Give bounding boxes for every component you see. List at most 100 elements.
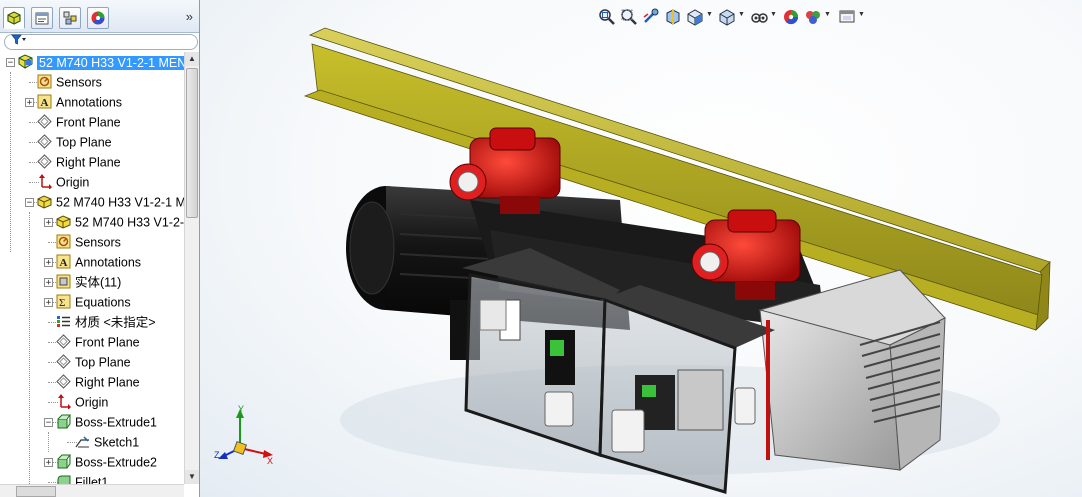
part-icon xyxy=(56,214,71,229)
x-axis-label: X xyxy=(267,456,273,464)
y-axis-label: Y xyxy=(238,404,244,414)
svg-text:A: A xyxy=(60,257,68,269)
assembly-icon xyxy=(18,54,33,69)
zoom-area-icon[interactable] xyxy=(620,8,638,26)
tree-item[interactable]: Sensors xyxy=(56,232,121,252)
tree-guide-line xyxy=(10,72,11,252)
view-orientation-icon[interactable] xyxy=(686,8,704,26)
tree-item[interactable]: Right Plane xyxy=(37,152,121,172)
extrude-icon xyxy=(56,454,71,469)
tree-item-label: Annotations xyxy=(56,95,123,110)
featuremanager-tab[interactable] xyxy=(3,7,25,29)
expand-node-button[interactable]: + xyxy=(44,458,53,468)
propertymanager-tab[interactable] xyxy=(31,7,53,29)
tree-item-label: Right Plane xyxy=(56,155,121,170)
tree-item[interactable]: Sensors xyxy=(37,72,102,92)
annotations-icon: A xyxy=(37,94,52,109)
appearance-tab[interactable] xyxy=(87,7,109,29)
tree-item[interactable]: A Annotations xyxy=(56,252,141,272)
section-view-icon[interactable] xyxy=(664,8,682,26)
tree-item[interactable]: 52 M740 H33 V1-2-1 xyxy=(56,212,184,232)
filter-icon[interactable] xyxy=(11,34,27,49)
tree-item[interactable]: 52 M740 H33 V1-2-1 M xyxy=(37,192,184,212)
plane-icon xyxy=(56,354,71,369)
scroll-down-button[interactable]: ▼ xyxy=(185,470,199,484)
tree-item-label: 52 M740 H33 V1-2-1 xyxy=(75,215,184,230)
reference-triad: Y X Z xyxy=(214,404,273,464)
feature-tree-icon xyxy=(7,11,21,25)
expand-node-button[interactable]: + xyxy=(44,278,53,288)
tree-filter-field[interactable] xyxy=(4,34,198,50)
collapse-node-button[interactable]: − xyxy=(25,198,34,208)
tree-item[interactable]: Right Plane xyxy=(56,372,140,392)
scene-icon[interactable] xyxy=(804,8,822,26)
tree-horizontal-scrollbar[interactable] xyxy=(0,484,184,497)
tree-guide-line xyxy=(29,212,30,489)
equations-icon: Σ xyxy=(56,294,71,309)
graphics-area[interactable]: ▼ ▼ ▼ ▼ ▼ Y X Z xyxy=(200,0,1082,497)
tree-vertical-scrollbar[interactable]: ▲ ▼ xyxy=(184,52,199,484)
tree-item[interactable]: Origin xyxy=(56,392,108,412)
tree-item[interactable]: 材质 <未指定> xyxy=(56,312,156,332)
tree-item-label: 52 M740 H33 V1-2-1 MEN xyxy=(37,55,184,70)
tree-item-label: 材质 <未指定> xyxy=(75,315,156,330)
tree-item-label: Sketch1 xyxy=(94,435,140,450)
part-icon xyxy=(37,194,52,209)
tree-item[interactable]: 52 M740 H33 V1-2-1 MEN xyxy=(18,52,184,72)
material-icon xyxy=(56,314,71,329)
horizontal-scroll-thumb[interactable] xyxy=(16,486,56,497)
tree-item-label: Right Plane xyxy=(75,375,140,390)
tree-item-label: Sensors xyxy=(56,75,102,90)
tree-item[interactable]: Σ Equations xyxy=(56,292,131,312)
model-3d-view[interactable] xyxy=(200,0,1082,497)
tree-item[interactable]: A Annotations xyxy=(37,92,122,112)
tree-item[interactable]: 实体(11) xyxy=(56,272,121,292)
plane-icon xyxy=(37,114,52,129)
zoom-fit-icon[interactable] xyxy=(598,8,616,26)
sensors-icon xyxy=(37,74,52,89)
panel-tab-bar: » xyxy=(0,0,199,33)
tree-item[interactable]: Top Plane xyxy=(56,352,131,372)
configuration-icon xyxy=(63,11,77,25)
appearance-icon xyxy=(91,11,105,25)
tree-item[interactable]: Boss-Extrude1 xyxy=(56,412,157,432)
z-axis-label: Z xyxy=(214,450,220,460)
tree-item-label: Boss-Extrude1 xyxy=(75,415,157,430)
view-settings-icon[interactable] xyxy=(838,8,856,26)
expand-node-button[interactable]: + xyxy=(44,258,53,268)
feature-manager-panel: » − 52 M740 H33 V1-2-1 MEN Sensors + A Annota… xyxy=(0,0,200,497)
tree-item-label: Front Plane xyxy=(75,335,140,350)
tree-guide-line xyxy=(48,432,49,452)
hide-show-icon[interactable] xyxy=(750,8,768,26)
property-icon xyxy=(35,12,49,25)
sketch-icon xyxy=(75,434,90,449)
tree-item[interactable]: Boss-Extrude2 xyxy=(56,452,157,472)
collapse-node-button[interactable]: − xyxy=(6,58,15,68)
plane-icon xyxy=(56,334,71,349)
tree-item[interactable]: Front Plane xyxy=(37,112,121,132)
annotations-icon: A xyxy=(56,254,71,269)
display-style-icon[interactable] xyxy=(718,8,736,26)
expand-node-button[interactable]: + xyxy=(44,218,53,228)
tree-item[interactable]: Origin xyxy=(37,172,89,192)
expand-node-button[interactable]: + xyxy=(44,298,53,308)
plane-icon xyxy=(56,374,71,389)
tree-item-label: Top Plane xyxy=(75,355,131,370)
tree-item-label: Equations xyxy=(75,295,131,310)
configurationmanager-tab[interactable] xyxy=(59,7,81,29)
scroll-thumb[interactable] xyxy=(186,68,198,218)
tree-item-label: Top Plane xyxy=(56,135,112,150)
collapse-node-button[interactable]: − xyxy=(44,418,53,428)
more-tabs-button[interactable]: » xyxy=(186,9,193,24)
expand-node-button[interactable]: + xyxy=(25,98,34,108)
appearance-ball-icon[interactable] xyxy=(782,8,800,26)
extrude-icon xyxy=(56,414,71,429)
tree-item[interactable]: Top Plane xyxy=(37,132,112,152)
previous-view-icon[interactable] xyxy=(642,8,660,26)
tree-item[interactable]: Sketch1 xyxy=(75,432,139,452)
tree-item[interactable]: Front Plane xyxy=(56,332,140,352)
svg-text:Σ: Σ xyxy=(59,297,65,309)
tree-item-label: Front Plane xyxy=(56,115,121,130)
scroll-up-button[interactable]: ▲ xyxy=(185,52,199,66)
plane-icon xyxy=(37,134,52,149)
